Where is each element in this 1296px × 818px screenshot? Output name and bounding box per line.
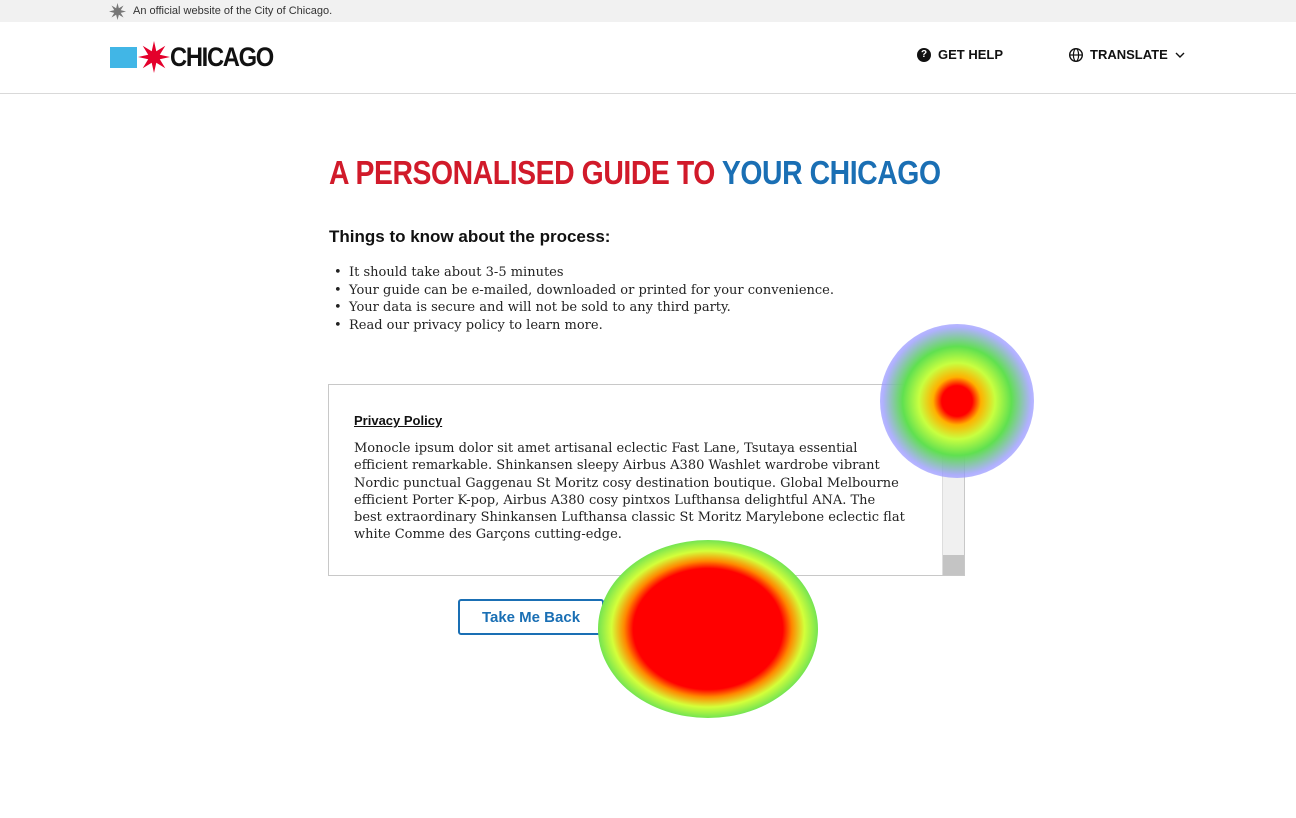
policy-scrollbar-thumb[interactable] (943, 555, 964, 575)
question-circle-icon: ? (917, 47, 931, 62)
list-item: Your data is secure and will not be sold… (334, 299, 834, 317)
page-title-part-red: A PERSONALISED GUIDE TO (329, 154, 722, 191)
policy-scrollbar[interactable] (942, 385, 964, 575)
official-website-bar: An official website of the City of Chica… (0, 0, 1296, 22)
site-header: CHICAGO ? GET HELP TRANSLATE (0, 22, 1296, 94)
chevron-down-icon (1175, 52, 1185, 58)
list-item-continuation: Read our privacy policy to learn more. (334, 317, 834, 335)
star-icon (109, 3, 126, 20)
privacy-policy-box[interactable]: Privacy Policy Monocle ipsum dolor sit a… (328, 384, 965, 576)
get-help-link[interactable]: ? GET HELP (917, 47, 1003, 62)
take-me-back-button[interactable]: Take Me Back (458, 599, 604, 635)
chicago-star-icon (138, 41, 170, 73)
list-item: It should take about 3-5 minutes (334, 264, 834, 282)
translate-dropdown[interactable]: TRANSLATE (1069, 47, 1185, 62)
globe-icon (1069, 47, 1083, 62)
page-title-part-blue: YOUR CHICAGO (721, 154, 941, 191)
page-title: A PERSONALISED GUIDE TO YOUR CHICAGO (329, 154, 941, 192)
official-website-text: An official website of the City of Chica… (133, 5, 333, 17)
continue-button[interactable] (617, 599, 802, 635)
process-list: It should take about 3-5 minutes Your gu… (334, 264, 834, 334)
logo-flag-square (110, 47, 137, 68)
get-help-label: GET HELP (938, 47, 1004, 62)
process-heading: Things to know about the process: (329, 227, 611, 246)
privacy-policy-text: Monocle ipsum dolor sit amet artisanal e… (354, 441, 905, 543)
list-item: Your guide can be e-mailed, downloaded o… (334, 282, 834, 300)
logo-text: CHICAGO (170, 42, 274, 72)
translate-label: TRANSLATE (1090, 47, 1168, 62)
privacy-policy-title[interactable]: Privacy Policy (354, 413, 442, 428)
